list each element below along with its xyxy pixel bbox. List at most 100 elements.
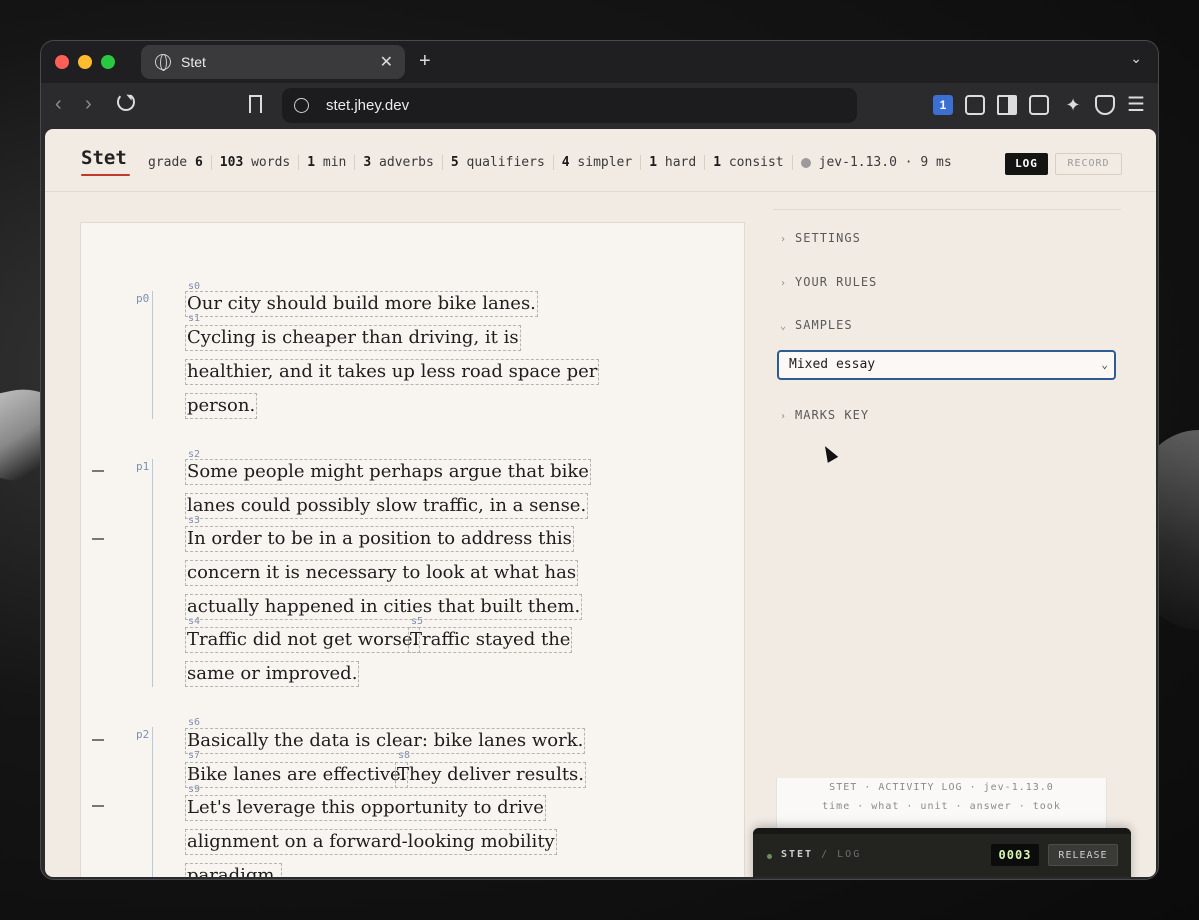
paragraph-bar xyxy=(152,459,153,687)
reload-icon[interactable] xyxy=(117,93,135,111)
paragraph-bar xyxy=(152,291,153,419)
back-arrow-icon[interactable]: ‹ xyxy=(55,93,62,116)
chevron-down-icon: ⌄ xyxy=(1101,358,1108,371)
stats-bar: grade 6 103 words 1 min 3 adverbs 5 qualifie… xyxy=(148,155,952,170)
sample-select-value: Mixed essay xyxy=(789,357,876,372)
stat-item: 1 consist xyxy=(705,155,793,170)
release-button[interactable]: RELEASE xyxy=(1048,844,1118,866)
log-counter: 0003 xyxy=(991,844,1039,866)
page-content: Stet grade 6 103 words 1 min 3 adverbs 5 qua… xyxy=(45,129,1156,877)
sentence-line[interactable]: lanes could possibly slow traffic, in a … xyxy=(185,493,589,519)
sentence-line[interactable]: Bike lanes are effective. xyxy=(185,762,409,788)
sentence-line[interactable]: paradigm. xyxy=(185,863,283,877)
stat-value: 103 xyxy=(219,155,244,170)
sentence-line[interactable]: person. xyxy=(185,393,258,419)
sentence-line[interactable]: Let's leverage this opportunity to drive xyxy=(185,795,546,821)
stat-label: consist xyxy=(721,155,784,170)
maximize-window-button[interactable] xyxy=(101,55,115,69)
sentence-line[interactable]: healthier, and it takes up less road spa… xyxy=(185,359,600,385)
activity-log-columns: time · what · unit · answer · took xyxy=(822,801,1061,812)
section-samples[interactable]: ⌄ SAMPLES xyxy=(780,318,853,332)
section-title: SAMPLES xyxy=(795,318,853,332)
sentence-label: s6 xyxy=(188,717,201,728)
sentence-line[interactable]: alignment on a forward-looking mobility xyxy=(185,829,557,855)
stat-value: 1 xyxy=(649,155,658,170)
tab-bar: Stet ✕ + ⌄ xyxy=(41,41,1158,83)
sentence-line[interactable]: In order to be in a position to address … xyxy=(185,526,574,552)
site-info-icon[interactable] xyxy=(294,98,309,113)
sentence-line[interactable]: Traffic stayed the xyxy=(408,627,573,653)
chevron-right-icon: › xyxy=(780,278,788,289)
issue-tick xyxy=(92,805,104,807)
browser-toolbar: ‹ › stet.jhey.dev 1 ✦ ☰ xyxy=(41,83,1158,129)
stat-item: 103 words xyxy=(212,155,300,170)
browser-window: Stet ✕ + ⌄ ‹ › stet.jhey.dev 1 ✦ ☰ Stet … xyxy=(40,40,1159,880)
section-marks-key[interactable]: › MARKS KEY xyxy=(780,408,869,422)
stat-label: adverbs xyxy=(371,155,434,170)
sentence-line[interactable]: Cycling is cheaper than driving, it is xyxy=(185,325,521,351)
chevron-right-icon: › xyxy=(780,411,788,422)
engine-status: jev-1.13.0 · 9 ms xyxy=(793,155,952,170)
bookmark-icon[interactable] xyxy=(249,95,262,113)
section-settings[interactable]: › SETTINGS xyxy=(780,231,861,245)
stat-value: 4 xyxy=(561,155,570,170)
sample-select[interactable]: Mixed essay ⌄ xyxy=(777,350,1116,380)
sidebar-divider xyxy=(773,209,1121,210)
new-tab-button[interactable]: + xyxy=(419,50,431,73)
activity-log-header: STET · ACTIVITY LOG · jev-1.13.0 xyxy=(829,782,1054,793)
document-card[interactable]: p0 p1 p2 s0 s1 s2 s3 s4 s5 s6 s7 s8 s9 O… xyxy=(80,222,745,877)
issue-tick xyxy=(92,739,104,741)
stat-label: grade xyxy=(148,155,195,170)
extension-icon[interactable]: 1 xyxy=(933,95,953,115)
section-title: MARKS KEY xyxy=(795,408,870,422)
stat-label: words xyxy=(243,155,291,170)
stat-item: grade 6 xyxy=(148,155,212,170)
log-button[interactable]: LOG xyxy=(1005,153,1048,175)
paragraph-bar xyxy=(152,727,153,877)
section-your-rules[interactable]: › YOUR RULES xyxy=(780,275,877,289)
stat-label: simpler xyxy=(569,155,633,170)
stat-item: 5 qualifiers xyxy=(443,155,554,170)
dock-label-main: STET xyxy=(781,849,814,860)
sentence-line[interactable]: actually happened in cities that built t… xyxy=(185,594,583,620)
status-dot-icon xyxy=(767,854,772,859)
sentence-line[interactable]: Some people might perhaps argue that bik… xyxy=(185,459,591,485)
section-title: YOUR RULES xyxy=(795,275,878,289)
section-title: SETTINGS xyxy=(795,231,861,245)
dock-label-sub: / LOG xyxy=(813,849,862,860)
status-text: jev-1.13.0 · 9 ms xyxy=(818,155,952,170)
stat-item: 1 min xyxy=(299,155,356,170)
wallet-icon[interactable] xyxy=(1029,95,1049,115)
hamburger-menu-icon[interactable]: ☰ xyxy=(1127,95,1147,115)
sentence-line[interactable]: Our city should build more bike lanes. xyxy=(185,291,538,317)
tab-overview-chevron-icon[interactable]: ⌄ xyxy=(1130,50,1142,67)
sentence-line[interactable]: They deliver results. xyxy=(395,762,587,788)
record-button[interactable]: RECORD xyxy=(1055,153,1122,175)
stat-label: min xyxy=(315,155,347,170)
paragraph-number: p2 xyxy=(136,728,150,741)
puzzle-extensions-icon[interactable] xyxy=(965,95,985,115)
sentence-line[interactable]: same or improved. xyxy=(185,661,360,687)
sidebar-toggle-icon[interactable] xyxy=(997,95,1017,115)
sparkle-ai-icon[interactable]: ✦ xyxy=(1063,95,1083,115)
close-window-button[interactable] xyxy=(55,55,69,69)
app-logo: Stet xyxy=(81,147,127,169)
stat-label: hard xyxy=(657,155,697,170)
address-bar[interactable]: stet.jhey.dev xyxy=(282,88,857,123)
stat-label: qualifiers xyxy=(458,155,545,170)
dock-label: STET / LOG xyxy=(781,849,861,860)
globe-icon xyxy=(155,54,171,71)
sentence-line[interactable]: Basically the data is clear: bike lanes … xyxy=(185,728,586,754)
close-tab-icon[interactable]: ✕ xyxy=(380,52,393,72)
tab-stet[interactable]: Stet ✕ xyxy=(141,45,405,79)
tab-title: Stet xyxy=(181,54,206,70)
shield-icon[interactable] xyxy=(1095,95,1115,115)
sentence-line[interactable]: Traffic did not get worse. xyxy=(185,627,421,653)
minimize-window-button[interactable] xyxy=(78,55,92,69)
forward-arrow-icon[interactable]: › xyxy=(85,93,92,116)
stat-value: 5 xyxy=(450,155,459,170)
issue-tick xyxy=(92,538,104,540)
status-dot-icon xyxy=(800,157,811,168)
sentence-line[interactable]: concern it is necessary to look at what … xyxy=(185,560,579,586)
activity-log-dock: STET / LOG 0003 RELEASE xyxy=(753,828,1131,877)
